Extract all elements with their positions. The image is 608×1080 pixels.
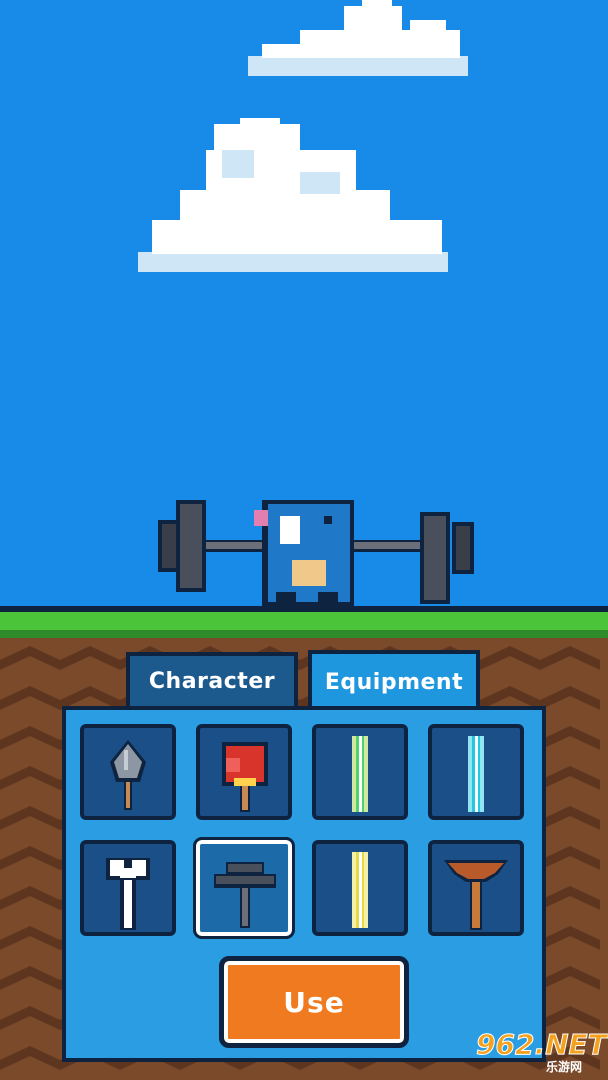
equipment-slot-cyan-lightsaber[interactable] [428,724,524,820]
tab-equipment[interactable]: Equipment [308,650,480,710]
shovel-icon [110,740,146,810]
boxing-glove-icon [222,742,268,812]
yellow-lightsaber-icon [352,852,368,928]
equipment-slot-yellow-lightsaber[interactable] [312,840,408,936]
equipment-slot-bone[interactable] [80,840,176,936]
watermark-sub-text: 乐游网 [546,1060,583,1074]
equipment-slot-plunger[interactable] [428,840,524,936]
green-lightsaber-icon [352,736,368,812]
tab-character[interactable]: Character [126,652,298,706]
player-character [158,500,474,608]
equipment-slot-dumbbell-plate[interactable] [193,837,295,939]
equipment-slot-green-lightsaber[interactable] [312,724,408,820]
cyan-lightsaber-icon [468,736,484,812]
equipment-slot-shovel[interactable] [80,724,176,820]
watermark-logo: 962.NET 乐游网 [470,1028,608,1076]
plunger-icon [444,860,508,930]
watermark-main-text: 962.NET [476,1028,608,1062]
bone-icon [106,858,150,930]
use-button[interactable]: Use [219,956,409,1048]
equipment-slot-boxing-glove[interactable] [196,724,292,820]
dumbbell-plate-icon [214,862,276,928]
